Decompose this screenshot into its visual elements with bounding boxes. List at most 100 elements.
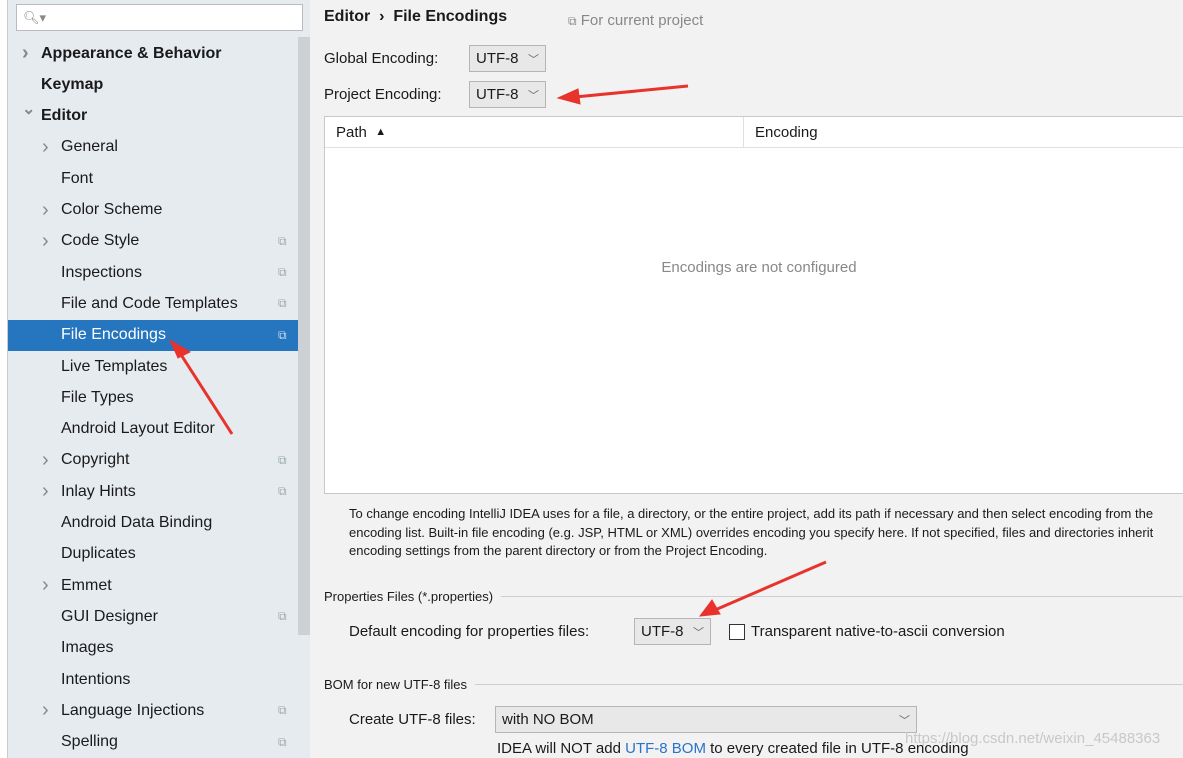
sidebar-item-label: Intentions <box>61 670 131 688</box>
sidebar-item-images[interactable]: Images <box>8 633 310 664</box>
sidebar-item-copyright[interactable]: › Copyright ⧉ <box>8 445 310 476</box>
sidebar-item-emmet[interactable]: › Emmet <box>8 570 310 601</box>
sidebar-item-spelling[interactable]: Spelling ⧉ <box>8 727 310 758</box>
sidebar-item-label: Emmet <box>61 576 112 594</box>
settings-content: Editor › File Encodings ⧉ For current pr… <box>310 0 1183 758</box>
sidebar-item-intentions[interactable]: Intentions <box>8 664 310 695</box>
chevron-right-icon[interactable]: › <box>42 136 49 159</box>
sidebar-item-android-layout-editor[interactable]: Android Layout Editor <box>8 414 310 445</box>
properties-encoding-label: Default encoding for properties files: <box>349 623 590 640</box>
chevron-right-icon[interactable]: › <box>42 449 49 472</box>
sidebar-item-live-templates[interactable]: Live Templates <box>8 351 310 382</box>
project-encoding-value: UTF-8 <box>476 86 519 103</box>
background-window <box>0 0 8 758</box>
search-input[interactable]: 🔍︎▾ <box>16 4 303 31</box>
sidebar-item-inspections[interactable]: Inspections ⧉ <box>8 257 310 288</box>
sidebar-item-label: Live Templates <box>61 357 168 375</box>
sidebar-item-label: Editor <box>41 107 88 125</box>
bom-select[interactable]: with NO BOM ﹀ <box>495 706 917 733</box>
sidebar-item-inlay-hints[interactable]: › Inlay Hints ⧉ <box>8 476 310 507</box>
breadcrumb-separator: › <box>379 8 385 25</box>
scrollbar[interactable] <box>298 37 310 635</box>
project-scope-icon: ⧉ <box>278 296 287 311</box>
sidebar-item-label: Appearance & Behavior <box>41 44 222 62</box>
chevron-down-icon: ﹀ <box>899 714 910 727</box>
native-to-ascii-label[interactable]: Transparent native-to-ascii conversion <box>751 623 1005 640</box>
sidebar-item-label: Images <box>61 639 114 657</box>
watermark: https://blog.csdn.net/weixin_45488363 <box>905 730 1161 747</box>
sort-asc-icon: ▲ <box>375 126 387 138</box>
sidebar-item-label: General <box>61 138 118 156</box>
sidebar-item-general[interactable]: › General <box>8 132 310 163</box>
sidebar-item-label: Android Layout Editor <box>61 420 215 438</box>
sidebar-item-editor[interactable]: ⌄ Editor <box>8 101 310 132</box>
sidebar-item-duplicates[interactable]: Duplicates <box>8 539 310 570</box>
properties-section-header: Properties Files (*.properties) <box>324 589 1183 604</box>
bom-section-header: BOM for new UTF-8 files <box>324 677 1183 692</box>
help-line: encoding settings from the parent direct… <box>349 543 768 558</box>
chevron-right-icon[interactable]: › <box>42 199 49 222</box>
help-line: To change encoding IntelliJ IDEA uses fo… <box>349 506 1154 521</box>
create-utf8-label: Create UTF-8 files: <box>349 711 476 728</box>
utf8-bom-link[interactable]: UTF-8 BOM <box>625 740 706 757</box>
chevron-down-icon[interactable]: ⌄ <box>22 99 35 119</box>
project-scope-icon: ⧉ <box>278 233 287 248</box>
project-scope-icon: ⧉ <box>278 734 287 749</box>
chevron-right-icon[interactable]: › <box>42 574 49 597</box>
bom-note-text: IDEA will NOT add <box>497 740 626 757</box>
sidebar-item-language-injections[interactable]: › Language Injections ⧉ <box>8 695 310 726</box>
properties-encoding-value: UTF-8 <box>641 623 684 640</box>
global-encoding-label: Global Encoding: <box>324 50 439 67</box>
breadcrumb: Editor › File Encodings <box>324 8 507 26</box>
sidebar-item-file-and-code-templates[interactable]: File and Code Templates ⧉ <box>8 288 310 319</box>
sidebar-item-file-encodings[interactable]: File Encodings ⧉ <box>8 319 310 351</box>
chevron-right-icon[interactable]: › <box>42 230 49 253</box>
encodings-table[interactable]: Path ▲ Encoding Encodings are not config… <box>324 116 1183 494</box>
column-header-encoding[interactable]: Encoding <box>744 117 1183 148</box>
global-encoding-value: UTF-8 <box>476 50 519 67</box>
sidebar-item-file-types[interactable]: File Types <box>8 382 310 413</box>
encoding-header-label: Encoding <box>755 123 818 141</box>
project-encoding-select[interactable]: UTF-8 ﹀ <box>469 81 546 108</box>
bom-section-title: BOM for new UTF-8 files <box>324 677 468 692</box>
sidebar-item-gui-designer[interactable]: GUI Designer ⧉ <box>8 601 310 632</box>
sidebar-item-android-data-binding[interactable]: Android Data Binding <box>8 508 310 539</box>
global-encoding-select[interactable]: UTF-8 ﹀ <box>469 45 546 72</box>
sidebar-item-code-style[interactable]: › Code Style ⧉ <box>8 226 310 257</box>
bom-value: with NO BOM <box>502 711 594 728</box>
divider <box>475 684 1183 685</box>
project-scope-icon: ⧉ <box>278 327 287 342</box>
chevron-right-icon[interactable]: › <box>22 42 29 65</box>
sidebar-item-label: Font <box>61 169 94 187</box>
breadcrumb-current: File Encodings <box>393 8 508 25</box>
empty-table-message: Encodings are not configured <box>661 259 857 276</box>
column-header-path[interactable]: Path ▲ <box>325 117 744 148</box>
sidebar-item-appearance-behavior[interactable]: › Appearance & Behavior <box>8 38 310 69</box>
native-to-ascii-checkbox[interactable] <box>729 623 745 640</box>
bom-note: IDEA will NOT add UTF-8 BOM to every cre… <box>497 740 969 757</box>
chevron-right-icon[interactable]: › <box>42 699 49 722</box>
sidebar-item-label: Inlay Hints <box>61 482 136 500</box>
divider <box>501 596 1183 597</box>
copy-icon: ⧉ <box>568 14 577 28</box>
sidebar-item-keymap[interactable]: Keymap <box>8 69 310 100</box>
project-scope-label: For current project <box>580 12 704 29</box>
sidebar-item-label: Android Data Binding <box>61 514 213 531</box>
sidebar-item-label: File and Code Templates <box>61 294 238 312</box>
settings-sidebar: 🔍︎▾ › Appearance & Behavior Keymap ⌄ Editor ›… <box>8 0 310 758</box>
sidebar-item-label: Code Style <box>61 232 140 250</box>
sidebar-item-label: Keymap <box>41 75 104 93</box>
help-text: To change encoding IntelliJ IDEA uses fo… <box>349 505 1183 561</box>
chevron-right-icon[interactable]: › <box>42 480 49 503</box>
project-encoding-label: Project Encoding: <box>324 86 442 103</box>
project-scope-icon: ⧉ <box>278 703 287 718</box>
breadcrumb-parent: Editor <box>324 8 371 25</box>
sidebar-item-color-scheme[interactable]: › Color Scheme <box>8 195 310 226</box>
sidebar-item-label: File Encodings <box>61 326 166 344</box>
properties-encoding-select[interactable]: UTF-8 ﹀ <box>634 618 711 645</box>
path-header-label: Path <box>336 123 367 141</box>
sidebar-item-font[interactable]: Font <box>8 163 310 194</box>
sidebar-item-label: Spelling <box>61 733 118 751</box>
search-icon: 🔍︎▾ <box>23 9 47 25</box>
sidebar-item-label: Color Scheme <box>61 201 163 218</box>
